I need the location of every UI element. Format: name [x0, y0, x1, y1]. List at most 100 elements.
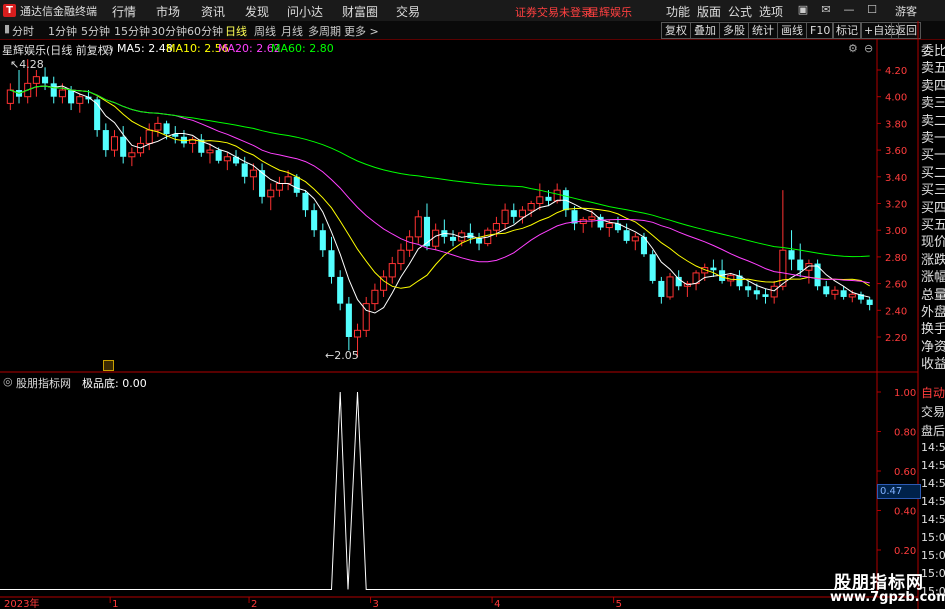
- x-tick-label: 4: [494, 599, 500, 609]
- candle-body: [319, 230, 326, 251]
- quote-item: 收益: [921, 357, 945, 373]
- quote-item: 外盘: [921, 305, 945, 320]
- indicator-tick-label: 0.60: [894, 467, 916, 478]
- quote-item: 总量: [921, 287, 945, 303]
- high-price-label: ↖4.28: [10, 58, 44, 71]
- candles-group: [6, 59, 873, 358]
- candle-body: [128, 152, 136, 158]
- candle-body: [293, 176, 300, 193]
- arrow-icon: ↖: [10, 58, 20, 71]
- quote-item: 卖一: [921, 131, 945, 146]
- trade-time: 14:56: [921, 477, 945, 490]
- quote-item: 买一: [921, 148, 945, 164]
- watermark-url: www.7gpzb.com: [830, 590, 945, 605]
- candle-body: [848, 293, 856, 298]
- candle-body: [337, 276, 344, 304]
- low-price-value: 2.05: [334, 349, 359, 362]
- indicator-tick-label: 0.40: [894, 507, 916, 518]
- x-tick-label: 1: [112, 599, 118, 609]
- quote-item: 卖三: [921, 96, 945, 112]
- y-tick-label: 2.80: [885, 253, 907, 264]
- trade-time: 15:00: [921, 531, 945, 544]
- y-tick-label: 3.80: [885, 119, 907, 130]
- candle-body: [206, 149, 214, 154]
- candle-body: [275, 182, 283, 191]
- candle-body: [840, 290, 847, 297]
- candle-body: [658, 280, 665, 297]
- candle-body: [823, 286, 830, 295]
- candle-body: [163, 123, 170, 135]
- candle-body: [710, 267, 717, 271]
- candle-body: [745, 286, 752, 291]
- candle-body: [50, 83, 57, 97]
- panel-tab[interactable]: 盘后: [921, 423, 945, 439]
- candle-body: [545, 196, 552, 201]
- ma20-line: [10, 85, 870, 284]
- candle-body: [311, 210, 318, 231]
- indicator-tick-label: 1.00: [894, 388, 916, 399]
- panel-tab[interactable]: 交易: [921, 404, 945, 420]
- candle-body: [120, 136, 127, 157]
- y-tick-label: 4.20: [885, 66, 907, 77]
- candle-body: [797, 259, 804, 271]
- candle-body: [68, 90, 75, 104]
- quote-item: 卖四: [921, 78, 945, 94]
- candle-body: [449, 236, 457, 241]
- kline-chart[interactable]: 4.20 4.00 3.80 3.60 3.40 3.20 3.00 2.80 2.60 2.40…: [0, 0, 945, 609]
- candle-body: [32, 76, 40, 84]
- event-marker-icon[interactable]: [103, 360, 114, 371]
- indicator-name: 股朋指标网: [16, 377, 71, 390]
- trade-time: 14:56: [921, 441, 945, 454]
- candle-body: [215, 150, 222, 161]
- x-tick-label: 2023年: [4, 597, 39, 609]
- candle-body: [866, 299, 873, 305]
- candle-body: [675, 276, 682, 287]
- candle-body: [536, 196, 544, 204]
- indicator-tick-label: 0.20: [894, 546, 916, 557]
- candle-body: [666, 276, 674, 298]
- y-tick-label: 3.60: [885, 146, 907, 157]
- candle-body: [788, 250, 795, 260]
- watermark: 股朋指标网 www.7gpzb.com: [828, 569, 945, 609]
- indicator-current-badge: 0.47: [877, 484, 921, 499]
- trade-time: 15:00: [921, 549, 945, 562]
- candle-body: [423, 216, 431, 247]
- candle-body: [6, 89, 14, 104]
- candle-body: [623, 230, 630, 241]
- trade-time: 14:57: [921, 495, 945, 508]
- quote-item: 涨幅: [921, 270, 945, 286]
- panel-tab[interactable]: 自动: [921, 385, 945, 401]
- candle-body: [649, 254, 656, 281]
- candle-body: [267, 189, 275, 198]
- candle-body: [597, 216, 604, 228]
- quote-item: 换手: [921, 322, 945, 338]
- x-tick-label: 3: [373, 599, 379, 609]
- candle-body: [388, 263, 396, 278]
- x-tick-label: 2: [251, 599, 257, 609]
- candle-body: [354, 329, 362, 338]
- candle-body: [518, 209, 526, 218]
- candle-body: [753, 290, 760, 295]
- quote-item: 买五: [921, 218, 945, 233]
- candle-body: [553, 189, 561, 202]
- y-tick-label: 2.20: [885, 333, 907, 344]
- candle-body: [371, 289, 379, 305]
- candle-body: [770, 285, 778, 298]
- indicator-settings-icon[interactable]: ◎: [3, 375, 13, 388]
- y-tick-label: 2.40: [885, 306, 907, 317]
- candle-body: [345, 303, 352, 337]
- y-tick-label: 2.60: [885, 280, 907, 291]
- candle-body: [414, 216, 422, 238]
- candle-body: [605, 223, 613, 229]
- candle-body: [102, 130, 109, 151]
- x-tick-label: 5: [616, 599, 622, 609]
- candle-body: [110, 136, 119, 151]
- y-tick-label: 3.20: [885, 200, 907, 211]
- y-tick-label: 3.00: [885, 226, 907, 237]
- candle-body: [501, 209, 509, 225]
- candle-body: [814, 263, 821, 287]
- indicator-value: 极品底: 0.00: [82, 377, 147, 390]
- y-tick-label: 4.00: [885, 93, 907, 104]
- candle-body: [302, 192, 309, 211]
- y-tick-label: 3.40: [885, 173, 907, 184]
